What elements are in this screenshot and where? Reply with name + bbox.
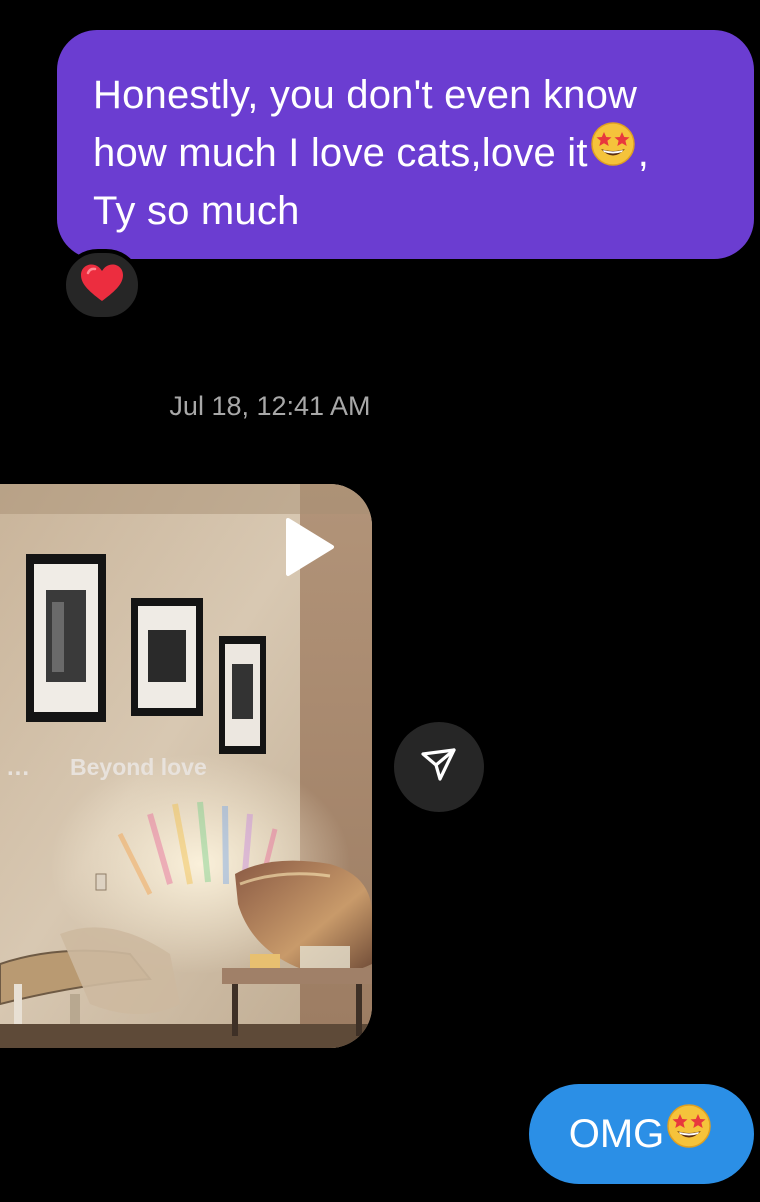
reel-caption-dots: ... (7, 754, 31, 781)
sent-message-bubble-omg[interactable]: OMG (529, 1084, 754, 1184)
heart-reaction-badge[interactable] (62, 249, 142, 321)
send-icon (419, 745, 459, 790)
message-line-3: Ty so much (93, 189, 300, 234)
message-line-2-suffix: , (637, 131, 650, 175)
message-line-2: how much I love cats,love it, (93, 122, 724, 182)
heart-icon (79, 263, 125, 308)
message-text: OMG (568, 1111, 665, 1156)
play-icon[interactable] (284, 516, 336, 583)
star-struck-emoji-icon (588, 120, 638, 182)
reel-caption: Beyond love (70, 754, 207, 780)
sent-message-bubble[interactable]: Honestly, you don't even know how much I… (57, 30, 754, 259)
star-struck-emoji-icon (664, 1102, 714, 1158)
message-timestamp: Jul 18, 12:41 AM (169, 391, 371, 421)
message-line-2-text: how much I love cats,love it (93, 131, 588, 175)
message-line-1: Honestly, you don't even know (93, 73, 638, 117)
share-button[interactable] (394, 722, 484, 812)
